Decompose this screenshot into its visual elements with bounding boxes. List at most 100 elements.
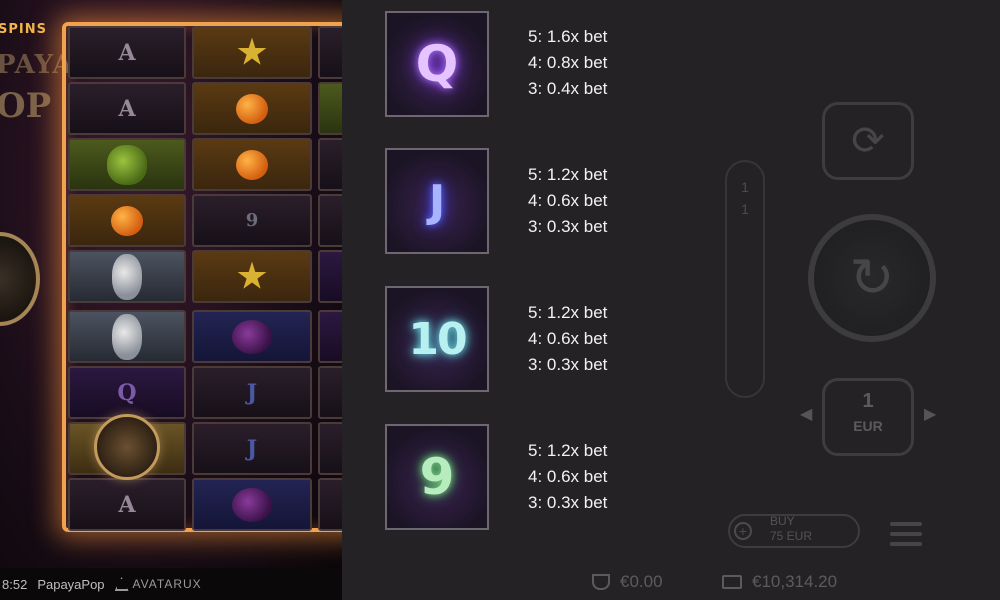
feature-disc-icon (0, 232, 40, 326)
buy-label-line1: BUY (770, 514, 795, 528)
pay-5: 5: 1.6x bet (528, 27, 608, 46)
trophy-icon (592, 574, 610, 590)
papaya-icon (236, 149, 268, 180)
symbol-j-icon: J (246, 435, 258, 462)
letter-j-icon: J (428, 175, 446, 227)
reel-cell (318, 26, 342, 79)
pay-4: 4: 0.6x bet (528, 191, 608, 210)
reel-cell (192, 82, 312, 135)
win-amount: €0.00 (620, 572, 663, 591)
reel-cell (192, 26, 312, 79)
reel-cell (318, 194, 342, 247)
pay-3: 3: 0.4x bet (528, 79, 608, 98)
game-background: SPINS PAYA OP A A Q A 9 J J 8:52 PapayaP… (0, 0, 342, 600)
pay-5: 5: 1.2x bet (528, 303, 608, 322)
starfruit-icon (237, 261, 267, 289)
reel-cell: A (68, 478, 186, 531)
avatarux-logo-icon (114, 577, 129, 591)
reel-cell (68, 138, 186, 191)
menu-icon[interactable] (890, 522, 922, 550)
papaya-icon (111, 205, 143, 236)
reel-cell (192, 138, 312, 191)
reel-cell (192, 250, 312, 303)
payline-value: 1 (741, 201, 749, 217)
pay-4: 4: 0.6x bet (528, 329, 608, 348)
logo-text-bottom: OP (0, 86, 52, 126)
reel-cell (192, 310, 312, 363)
paytable-pays-j: 5: 1.2x bet 4: 0.6x bet 3: 0.3x bet (528, 162, 607, 240)
reel-cell (68, 250, 186, 303)
pay-3: 3: 0.3x bet (528, 493, 608, 512)
reel-cell: Q (68, 366, 186, 419)
number-9-icon: 9 (419, 448, 455, 506)
paytable-pays-q: 5: 1.6x bet 4: 0.8x bet 3: 0.4x bet (528, 24, 607, 102)
symbol-q-icon: Q (117, 379, 137, 406)
provider-name: AVATARUX (132, 577, 202, 591)
balance-display: €10,314.20 (722, 572, 837, 592)
symbol-j-icon: J (246, 379, 258, 406)
symbol-a-icon: A (118, 95, 136, 122)
papaya-icon (236, 93, 268, 124)
pay-3: 3: 0.3x bet (528, 355, 608, 374)
pay-4: 4: 0.6x bet (528, 467, 608, 486)
bet-increase-icon[interactable]: ▶ (924, 404, 936, 424)
symbol-a-icon: A (118, 491, 136, 518)
reel-cell (68, 194, 186, 247)
plus-icon: + (734, 522, 752, 540)
provider-logo: AVATARUX (114, 577, 202, 591)
symbol-9-icon: 9 (245, 210, 259, 231)
reel-cell (318, 138, 342, 191)
number-10-icon: 10 (408, 313, 467, 365)
reel-cell: J (192, 422, 312, 475)
reel-cell: J (192, 366, 312, 419)
reel-cell (318, 366, 342, 419)
autoplay-icon: ⟳ (851, 118, 885, 164)
paytable-symbol-j: J (385, 148, 489, 254)
fig-icon (232, 487, 272, 522)
paytable-symbol-9: 9 (385, 424, 489, 530)
paytable-pays-10: 5: 1.2x bet 4: 0.6x bet 3: 0.3x bet (528, 300, 607, 378)
reel-cell (318, 82, 342, 135)
paytable-pays-9: 5: 1.2x bet 4: 0.6x bet 3: 0.3x bet (528, 438, 607, 516)
clock: 8:52 (2, 576, 28, 592)
pay-5: 5: 1.2x bet (528, 165, 608, 184)
symbol-a-icon: A (118, 39, 136, 66)
reel-cell (68, 310, 186, 363)
win-display: €0.00 (592, 572, 663, 592)
paylines-values: 1 1 (728, 176, 762, 220)
bet-value: 1 (862, 390, 874, 412)
wallet-icon (722, 575, 742, 589)
reel-cell: A (68, 26, 186, 79)
durian-icon (107, 144, 147, 185)
pay-3: 3: 0.3x bet (528, 217, 608, 236)
balance-amount: €10,314.20 (752, 572, 838, 591)
reel-cell (192, 478, 312, 531)
wild-papaya-icon (94, 414, 160, 480)
reel-cell (318, 310, 342, 363)
bet-decrease-icon[interactable]: ◀ (800, 404, 812, 424)
game-screen: SPINS PAYA OP A A Q A 9 J J 8:52 PapayaP… (0, 0, 1000, 600)
pay-4: 4: 0.8x bet (528, 53, 608, 72)
status-bar: 8:52 PapayaPop AVATARUX (0, 568, 342, 600)
logo-text-top: SPINS (0, 22, 47, 37)
payline-value: 1 (741, 179, 749, 195)
buy-label-line2: 75 EUR (770, 529, 813, 543)
pineapple-icon (112, 253, 142, 300)
pay-5: 5: 1.2x bet (528, 441, 608, 460)
buy-feature-label: BUY 75 EUR (770, 514, 812, 544)
paytable-symbol-q: Q (385, 11, 489, 117)
game-logo: SPINS PAYA OP (0, 8, 73, 128)
starfruit-icon (237, 37, 267, 65)
game-name: PapayaPop (37, 576, 105, 592)
reel-cell (318, 478, 342, 531)
pineapple-icon (112, 313, 142, 360)
spin-icon: ↻ (849, 246, 895, 309)
fig-icon (232, 319, 272, 354)
reel-cell (318, 250, 342, 303)
paytable-symbol-10: 10 (385, 286, 489, 392)
letter-q-icon: Q (415, 35, 459, 93)
bet-currency: EUR (853, 418, 883, 434)
reel-cell: A (68, 82, 186, 135)
reel-cell: 9 (192, 194, 312, 247)
reel-cell (318, 422, 342, 475)
